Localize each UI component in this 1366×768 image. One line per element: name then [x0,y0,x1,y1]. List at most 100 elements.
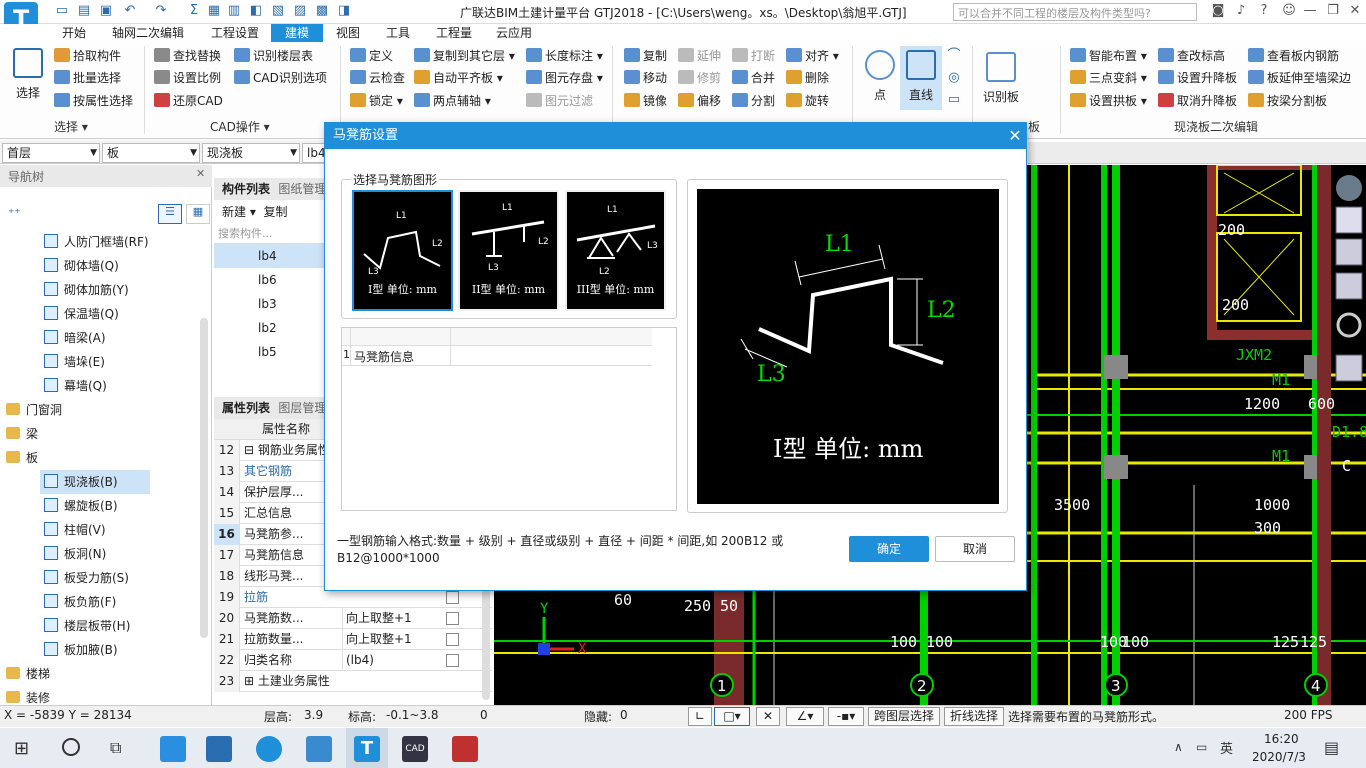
arc-icon[interactable]: ⌒ [946,48,962,64]
two-point-axis-button[interactable]: 两点辅轴 ▾ [414,91,491,111]
save-element-button[interactable]: 图元存盘 ▾ [526,68,603,88]
component-item[interactable]: lb2 [214,316,325,340]
property-checkbox[interactable] [446,612,459,625]
winrar-icon[interactable] [452,736,478,762]
set-lift-button[interactable]: 设置升降板 [1158,68,1237,88]
identify-floor-button[interactable]: 识别楼层表 [234,46,313,66]
view-rebar-button[interactable]: 查看板内钢筋 [1248,46,1339,66]
app-icon[interactable] [306,736,332,762]
tab-tools[interactable]: 工具 [378,24,418,42]
batch-select-button[interactable]: 批量选择 [54,68,121,88]
identify-slab-button[interactable]: 识别板 [980,52,1022,105]
select-button[interactable]: 选择 [8,48,48,101]
angle-icon[interactable]: ∠▾ [786,707,824,726]
grid-view-icon[interactable]: ▦ [186,204,210,224]
property-checkbox[interactable] [446,633,459,646]
property-value[interactable]: (lb4) [342,650,432,671]
type-select[interactable]: 现浇板 ▼ [202,143,300,163]
tray-up-icon[interactable]: ∧ [1174,740,1183,754]
property-row[interactable]: 22 归类名称 (lb4) [214,650,492,671]
nav-item[interactable]: 门窗洞 [0,398,198,422]
mirror-button[interactable]: 镜像 [624,91,667,111]
view-elevation-button[interactable]: 查改标高 [1158,46,1225,66]
rotate-view-icon[interactable] [1336,312,1362,338]
three-point-slope-button[interactable]: 三点变斜 ▾ [1070,68,1147,88]
offset-button[interactable]: 偏移 [678,91,721,111]
rotate-button[interactable]: 旋转 [786,91,829,111]
edge-icon[interactable] [256,736,282,762]
tab-axis-edit[interactable]: 轴网二次编辑 [106,24,190,42]
layout-icon[interactable]: ◨ [336,3,352,19]
length-mark-button[interactable]: 长度标注 ▾ [526,46,603,66]
line-button[interactable]: 直线 [900,46,942,110]
3d-view-icon[interactable] [1335,206,1363,234]
component-item[interactable]: lb5 [214,340,325,364]
align-button[interactable]: 对齐 ▾ [786,46,839,66]
nav-item[interactable]: 板负筋(F) [0,590,198,614]
cancel-button[interactable]: 取消 [935,536,1015,562]
bell-icon[interactable]: ♪ [1233,3,1249,19]
search-circle-icon[interactable] [62,738,80,756]
cloud-check-button[interactable]: 云检查 [350,68,405,88]
merge-button[interactable]: 合并 [732,68,775,88]
nav-item[interactable]: 人防门框墙(RF) [0,230,198,254]
windows-start-icon[interactable]: ⊞ [14,738,29,759]
copy-component-button[interactable]: 复制 [263,205,287,219]
property-row[interactable]: 21 拉筋数量... 向上取整+1 [214,629,492,650]
view-icon[interactable]: ◧ [248,3,264,19]
filter-element-button[interactable]: 图元过滤 [526,91,593,111]
notification-icon[interactable]: ▤ [1324,738,1339,757]
snap-rect-icon[interactable]: □▾ [714,707,750,726]
shape-type-1[interactable]: L1 L2 L3 I型 单位: mm [352,190,453,311]
select-by-attr-button[interactable]: 按属性选择 [54,91,133,111]
extend-button[interactable]: 延伸 [678,46,721,66]
nav-item[interactable]: 墙垛(E) [0,350,198,374]
circle-icon[interactable]: ◎ [946,70,962,86]
property-value[interactable]: 向上取整+1 [342,629,432,650]
help-icon[interactable]: ? [1256,3,1272,19]
layer-icon[interactable]: ▩ [314,3,330,19]
baidu-app-icon[interactable] [160,736,186,762]
trim-button[interactable]: 修剪 [678,68,721,88]
auto-flat-button[interactable]: 自动平齐板 ▾ [414,68,503,88]
sum-icon[interactable]: Σ [186,3,202,19]
set-scale-button[interactable]: 设置比例 [154,68,221,88]
tab-layer-manage[interactable]: 图层管理 [278,401,326,415]
pick-component-button[interactable]: 拾取构件 [54,46,121,66]
find-replace-button[interactable]: 查找替换 [154,46,221,66]
nav-item[interactable]: 幕墙(Q) [0,374,198,398]
minimize-icon[interactable]: — [1302,3,1318,19]
dialog-close-icon[interactable]: ✕ [1005,125,1025,147]
maximize-icon[interactable]: ❐ [1325,3,1341,19]
cad-icon[interactable]: ▧ [270,3,286,19]
cad-app-icon[interactable]: CAD [402,736,428,762]
tab-start[interactable]: 开始 [52,24,96,42]
grid-row[interactable]: 1 马凳筋信息 [342,346,652,366]
close-icon[interactable]: ✕ [1347,3,1363,19]
report-icon[interactable]: ▦ [206,3,222,19]
ime-indicator[interactable]: 英 [1220,738,1233,757]
shape-type-3[interactable]: L1 L3 L2 III型 单位: mm [565,190,666,311]
open-icon[interactable]: ▤ [76,3,92,19]
break-button[interactable]: 打断 [732,46,775,66]
tab-property-list[interactable]: 属性列表 [222,401,270,415]
tab-project-settings[interactable]: 工程设置 [204,24,266,42]
nav-item[interactable]: 板 [0,446,198,470]
zoom-view-icon[interactable] [1335,354,1363,382]
nav-item[interactable]: 螺旋板(B) [0,494,198,518]
delete-button[interactable]: 删除 [786,68,829,88]
nav-item[interactable]: 保温墙(Q) [0,302,198,326]
category-select[interactable]: 板 ▼ [102,143,200,163]
group-select[interactable]: 选择 ▾ [54,118,88,135]
cube-view-icon[interactable] [1335,238,1363,266]
ortho-icon[interactable]: ∟ [688,707,712,726]
nav-item[interactable]: 暗梁(A) [0,326,198,350]
nav-item[interactable]: 板受力筋(S) [0,566,198,590]
component-item[interactable]: lb6 [214,268,325,292]
component-item[interactable]: lb3 [214,292,325,316]
nav-item[interactable]: 板洞(N) [0,542,198,566]
property-checkbox[interactable] [446,654,459,667]
property-checkbox[interactable] [446,591,459,604]
rect-icon[interactable]: ▭ [946,92,962,108]
tab-drawing-manage[interactable]: 图纸管理 [278,182,325,196]
